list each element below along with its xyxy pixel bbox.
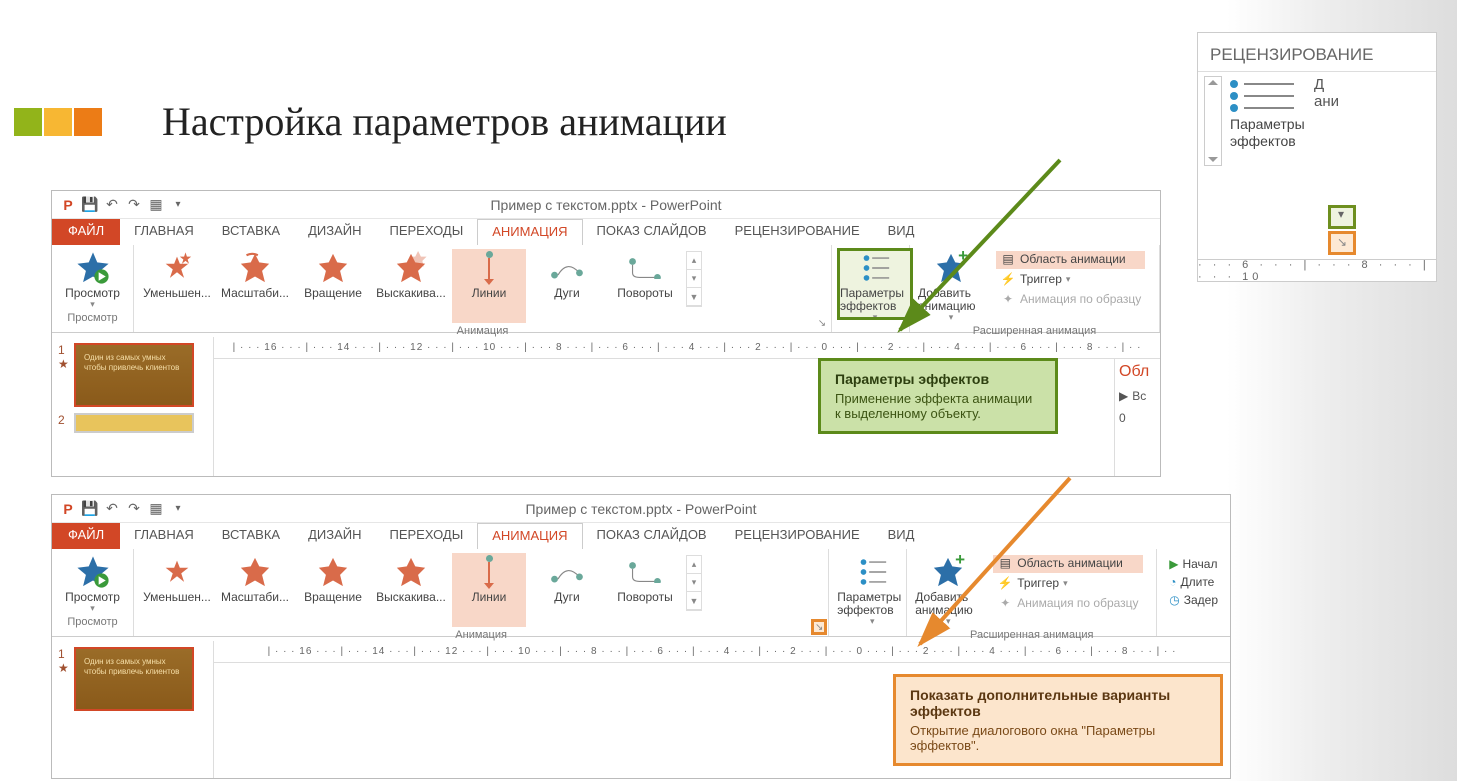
tooltip-body: Открытие диалогового окна "Параметры эфф… [910,723,1155,753]
inset-ruler: · · · 6 · · · | · · · 8 · · · | · · · 10 [1198,259,1436,281]
tab-transitions[interactable]: ПЕРЕХОДЫ [376,219,478,245]
page-title: Настройка параметров анимации [162,98,727,145]
inset-tab-label: РЕЦЕНЗИРОВАНИЕ [1198,39,1436,72]
slide-thumbnails: 1★ Один из самых умныхчтобы привлечь кли… [52,337,214,476]
slide-heading-row: Настройка параметров анимации [14,98,727,145]
tab-design[interactable]: ДИЗАЙН [294,219,375,245]
redo-icon[interactable]: ↷ [124,499,144,519]
tab-design[interactable]: ДИЗАЙН [294,523,375,549]
anim-lines[interactable]: Линии [452,249,526,323]
inset-callout: РЕЦЕНЗИРОВАНИЕ Параметры эффектов Д ани … [1197,32,1437,282]
timeline-zero: 0 [1119,411,1156,425]
effect-options-icon [858,251,892,285]
star-play-icon [76,251,110,285]
redo-icon[interactable]: ↷ [124,195,144,215]
group-effect-options: Параметры эффектов ▾ [829,549,907,636]
anim-lines[interactable]: Линии [452,553,526,627]
effect-options-button[interactable]: Параметры эффектов ▾ [835,553,909,623]
dropdown-icon: ▾ [873,313,878,323]
arrow-orange [910,468,1090,663]
tab-home[interactable]: ГЛАВНАЯ [120,219,208,245]
undo-icon[interactable]: ↶ [102,499,122,519]
group-animation: Уменьшен... Масштаби... Вращение Выскаки… [134,549,829,636]
qat-customize-icon[interactable]: ▾ [168,499,188,519]
tab-slideshow[interactable]: ПОКАЗ СЛАЙДОВ [583,219,721,245]
preview-button[interactable]: Просмотр ▾ [58,553,127,614]
tab-home[interactable]: ГЛАВНАЯ [120,523,208,549]
tab-review[interactable]: РЕЦЕНЗИРОВАНИЕ [721,523,874,549]
gallery-scrollbar[interactable]: ▴▾▼ [686,555,702,611]
tab-animation[interactable]: АНИМАЦИЯ [477,219,582,245]
timing-delay[interactable]: ◷Задер [1169,593,1218,607]
anim-rotate[interactable]: Вращение [296,553,370,627]
anim-shrink[interactable]: Уменьшен... [140,553,214,627]
save-icon[interactable]: 💾 [80,195,100,215]
anim-turns[interactable]: Повороты [608,249,682,323]
app-icon: P [58,499,78,519]
tab-transitions[interactable]: ПЕРЕХОДЫ [376,523,478,549]
qat-customize-icon[interactable]: ▾ [168,195,188,215]
anim-scale[interactable]: Масштаби... [218,249,292,323]
tab-animation[interactable]: АНИМАЦИЯ [477,523,582,549]
accent-block [74,108,102,136]
effect-options-dropdown-highlight[interactable] [1328,205,1356,229]
slideshow-icon[interactable]: ▦ [146,499,166,519]
accent-block [14,108,42,136]
tab-review[interactable]: РЕЦЕНЗИРОВАНИЕ [721,219,874,245]
anim-rotate[interactable]: Вращение [296,249,370,323]
group-preview: Просмотр ▾ Просмотр [52,245,134,332]
arrow-green [890,150,1090,365]
thumbnail-2[interactable]: 2 [58,413,207,433]
gallery-scrollbar[interactable] [1204,76,1222,166]
thumbnail-1[interactable]: 1★ Один из самых умныхчтобы привлечь кли… [58,647,207,711]
anim-turns[interactable]: Повороты [608,553,682,627]
animation-dialog-launcher[interactable]: ↘ [812,620,826,634]
tooltip-effect-options: Параметры эффектов Применение эффекта ан… [818,358,1058,434]
effect-options-label: Параметры эффектов [1230,116,1310,150]
save-icon[interactable]: 💾 [80,499,100,519]
tooltip-body: Применение эффекта анимации к выделенном… [835,391,1032,421]
dialog-launcher-highlight[interactable] [1328,231,1356,255]
anim-arcs[interactable]: Дуги [530,249,604,323]
tab-file[interactable]: ФАЙЛ [52,219,120,245]
tooltip-title: Параметры эффектов [835,371,1041,387]
anim-bounce[interactable]: Выскакива... [374,249,448,323]
group-animation: Уменьшен... Масштаби... Вращение Выскаки… [134,245,832,332]
tab-insert[interactable]: ВСТАВКА [208,219,294,245]
tab-file[interactable]: ФАЙЛ [52,523,120,549]
group-preview: Просмотр ▾ Просмотр [52,549,134,636]
group-timing: ▶Начал ◔Длите ◷Задер [1157,549,1230,636]
thumbnail-1[interactable]: 1★ Один из самых умныхчтобы привлечь кли… [58,343,207,407]
anim-bounce[interactable]: Выскакива... [374,553,448,627]
group-label-preview: Просмотр [58,310,127,325]
anim-shrink[interactable]: Уменьшен... [140,249,214,323]
animation-pane-sliver: Обл ▶ Вс 0 [1114,359,1160,476]
tab-slideshow[interactable]: ПОКАЗ СЛАЙДОВ [583,523,721,549]
timing-duration[interactable]: ◔Длите [1169,575,1218,589]
undo-icon[interactable]: ↶ [102,195,122,215]
slide-thumbnails: 1★ Один из самых умныхчтобы привлечь кли… [52,641,214,778]
gallery-scrollbar[interactable]: ▴▾▼ [686,251,702,307]
tab-insert[interactable]: ВСТАВКА [208,523,294,549]
tooltip-title: Показать дополнительные варианты эффекто… [910,687,1206,719]
anim-scale[interactable]: Масштаби... [218,553,292,627]
accent-block [44,108,72,136]
app-icon: P [58,195,78,215]
play-row[interactable]: ▶ Вс [1119,389,1156,403]
slideshow-icon[interactable]: ▦ [146,195,166,215]
timing-start[interactable]: ▶Начал [1169,557,1218,571]
accent-blocks [14,108,102,136]
pane-header: Обл [1119,363,1156,381]
dropdown-icon: ▾ [90,300,95,310]
animation-dialog-launcher[interactable]: ↘ [815,316,829,330]
effect-options-button[interactable]: Параметры эффектов [1230,76,1310,166]
preview-button[interactable]: Просмотр ▾ [58,249,127,310]
group-label-animation: Анимация [140,323,825,338]
tooltip-dialog-launcher: Показать дополнительные варианты эффекто… [893,674,1223,766]
inset-cropped-text: Д ани [1314,76,1339,166]
anim-arcs[interactable]: Дуги [530,553,604,627]
